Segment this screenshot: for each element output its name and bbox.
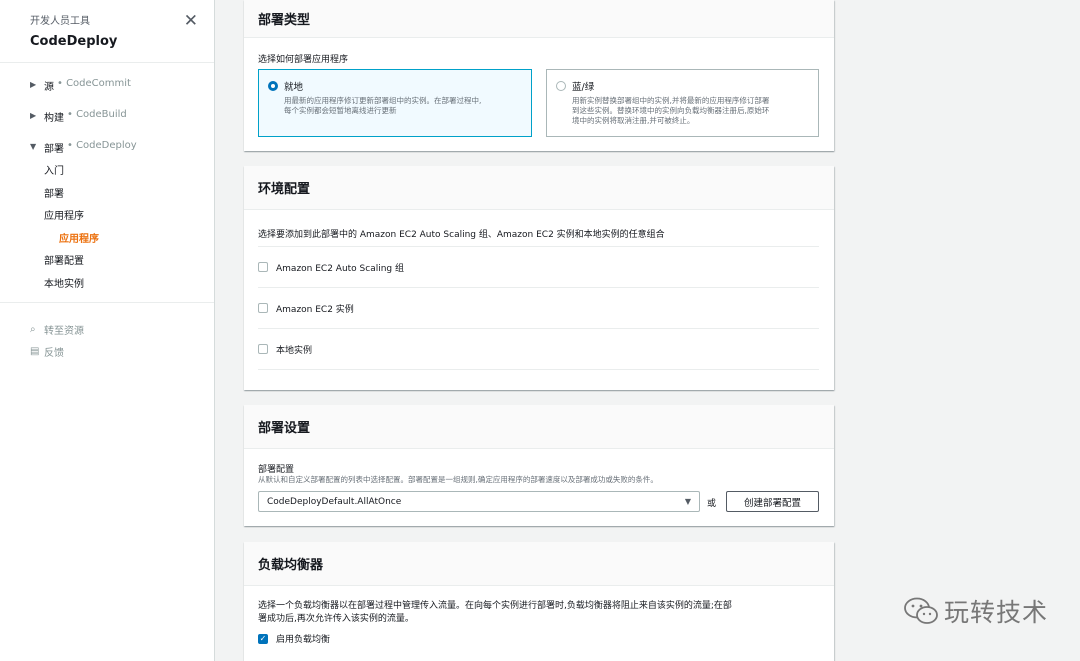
deployment-config-label: 部署配置 <box>258 465 295 475</box>
checkbox[interactable] <box>258 344 268 354</box>
enable-load-balancing-row[interactable]: ✓ 启用负载均衡 <box>258 632 330 645</box>
description-line: 署成功后,再次允许传入该实例的流量。 <box>258 614 414 624</box>
nav-item-deploy[interactable]: ▼ 部署 • CodeDeploy <box>30 140 214 162</box>
nav-item-build[interactable]: ▶ 构建 • CodeBuild <box>30 109 214 140</box>
nav-item-label: 源 <box>44 82 54 93</box>
sidebar-utilities: ⌕ 转至资源 ▤ 反馈 <box>0 303 214 362</box>
checkbox-checked[interactable]: ✓ <box>258 633 268 644</box>
checkbox-label: Amazon EC2 Auto Scaling 组 <box>276 263 405 274</box>
option-title: 蓝/绿 <box>572 82 595 93</box>
load-balancer-description: 选择一个负载均衡器以在部署过程中管理传入流量。在向每个实例进行部署时,负载均衡器… <box>258 600 828 626</box>
select-value: CodeDeployDefault.AllAtOnce <box>267 496 402 507</box>
nav-item-getting-started[interactable]: 入门 <box>30 162 214 185</box>
close-icon[interactable]: ✕ <box>184 12 198 30</box>
nav-item-service: • CodeBuild <box>67 109 127 120</box>
search-icon: ⌕ <box>30 323 36 335</box>
deployment-config-description: 从默认和自定义部署配置的列表中选择配置。部署配置是一组规则,确定应用程序的部署速… <box>258 475 658 484</box>
option-title: 就地 <box>284 82 304 93</box>
caret-right-icon: ▶ <box>30 80 37 89</box>
create-deployment-config-button[interactable]: 创建部署配置 <box>726 491 819 512</box>
sidebar-title[interactable]: CodeDeploy <box>30 34 184 49</box>
feedback-icon: ▤ <box>30 345 40 357</box>
nav-item-applications-active[interactable]: 应用程序 <box>30 230 214 253</box>
watermark: 玩转技术 <box>904 593 1048 629</box>
checkbox-label: 启用负载均衡 <box>276 635 331 645</box>
nav-item-on-premises[interactable]: 本地实例 <box>30 275 214 298</box>
description-line: 选择一个负载均衡器以在部署过程中管理传入流量。在向每个实例进行部署时,负载均衡器… <box>258 601 732 611</box>
caret-down-icon: ▼ <box>684 497 691 506</box>
nav-item-deployments[interactable]: 部署 <box>30 185 214 208</box>
panel-heading: 环境配置 <box>244 166 834 210</box>
checkbox[interactable] <box>258 303 268 313</box>
or-text: 或 <box>707 499 717 509</box>
nav-item-deployment-configs[interactable]: 部署配置 <box>30 252 214 275</box>
checkbox[interactable] <box>258 262 268 272</box>
util-label: 反馈 <box>44 347 64 359</box>
checkbox-label: Amazon EC2 实例 <box>276 304 354 315</box>
checkbox-label: 本地实例 <box>276 345 313 356</box>
option-description: 每个实例都会短暂地离线进行更新 <box>284 106 397 115</box>
blue-green-option[interactable]: 蓝/绿 用新实例替换部署组中的实例,并将最新的应用程序修订部署 到这些实例。替换… <box>546 69 819 137</box>
caret-right-icon: ▶ <box>30 111 37 120</box>
environment-prompt: 选择要添加到此部署中的 Amazon EC2 Auto Scaling 组、Am… <box>258 230 665 240</box>
in-place-option[interactable]: 就地 用最新的应用程序修订更新部署组中的实例。在部署过程中, 每个实例都会短暂地… <box>258 69 532 137</box>
option-description: 到这些实例。替换环境中的实例向负载均衡器注册后,原始环 <box>572 106 770 115</box>
panel-heading: 部署类型 <box>244 0 834 38</box>
nav-item-label: 构建 <box>44 113 64 124</box>
feedback-link[interactable]: ▤ 反馈 <box>30 340 214 362</box>
asg-checkbox-row[interactable]: Amazon EC2 Auto Scaling 组 <box>258 247 819 288</box>
watermark-text: 玩转技术 <box>943 598 1048 627</box>
on-premises-checkbox-row[interactable]: 本地实例 <box>258 329 819 370</box>
caret-down-icon: ▼ <box>30 142 37 151</box>
nav-group: ▶ 源 • CodeCommit ▶ 构建 • CodeBuild ▼ 部署 •… <box>0 63 214 303</box>
radio-button[interactable] <box>556 81 566 91</box>
deployment-type-prompt: 选择如何部署应用程序 <box>258 55 349 65</box>
panel-heading: 负载均衡器 <box>244 542 834 586</box>
wechat-icon <box>904 597 938 624</box>
option-description: 用新实例替换部署组中的实例,并将最新的应用程序修订部署 <box>572 96 770 105</box>
option-description: 境中的实例将取消注册,并可被终止。 <box>572 116 695 125</box>
side-navigation: 开发人员工具 CodeDeploy ✕ ▶ 源 • CodeCommit ▶ 构… <box>0 0 215 661</box>
deployment-config-select[interactable]: CodeDeployDefault.AllAtOnce ▼ <box>258 491 700 512</box>
ec2-checkbox-row[interactable]: Amazon EC2 实例 <box>258 288 819 329</box>
radio-button-selected[interactable] <box>268 81 278 91</box>
nav-item-service: • CodeCommit <box>57 78 131 89</box>
sidebar-subtitle: 开发人员工具 <box>30 16 90 27</box>
util-label: 转至资源 <box>44 325 84 337</box>
sidebar-header: 开发人员工具 CodeDeploy ✕ <box>0 0 214 63</box>
panel-heading: 部署设置 <box>244 405 834 449</box>
nav-item-service: • CodeDeploy <box>67 140 137 151</box>
go-to-resource-link[interactable]: ⌕ 转至资源 <box>30 318 214 340</box>
option-description: 用最新的应用程序修订更新部署组中的实例。在部署过程中, <box>284 96 482 105</box>
nav-item-applications[interactable]: 应用程序 <box>30 207 214 230</box>
nav-item-source[interactable]: ▶ 源 • CodeCommit <box>30 78 214 109</box>
nav-item-label: 部署 <box>44 144 64 155</box>
